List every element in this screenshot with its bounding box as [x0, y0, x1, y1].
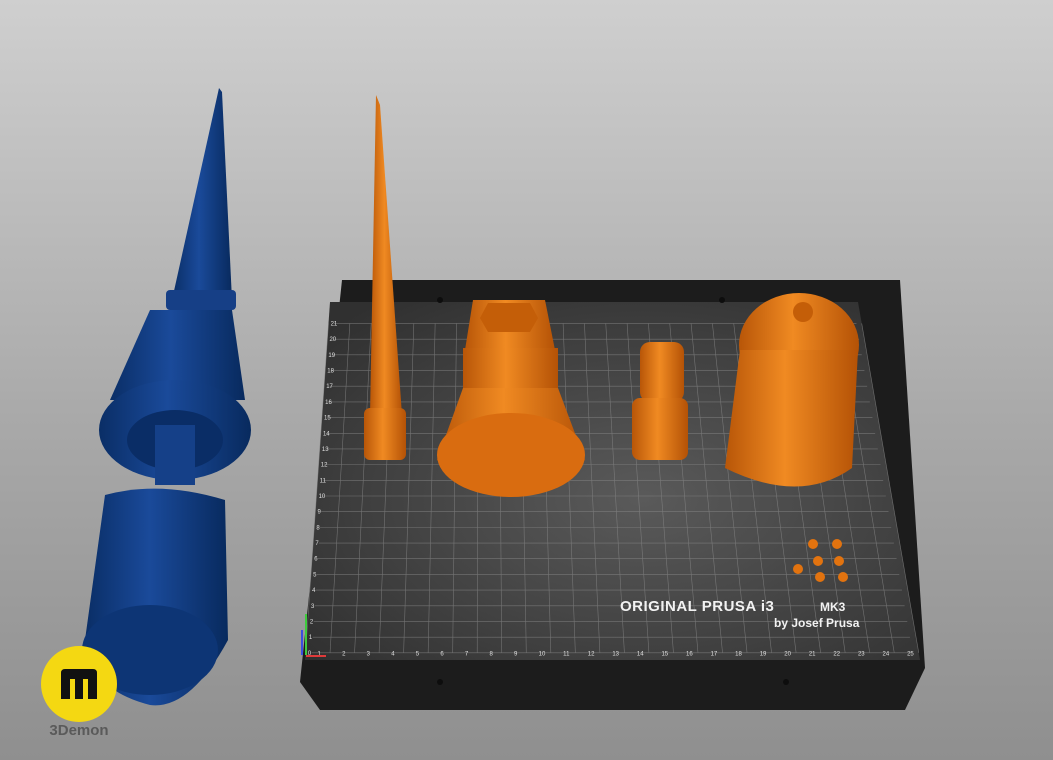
x-tick-label: 23	[858, 651, 865, 657]
y-tick-label: 18	[327, 369, 334, 375]
x-tick-label: 13	[612, 651, 619, 657]
orange-spike-part[interactable]	[364, 95, 406, 460]
x-tick-label: 25	[907, 651, 914, 657]
x-tick-label: 22	[833, 651, 840, 657]
y-tick-label: 15	[324, 416, 331, 422]
x-tick-label: 11	[563, 651, 570, 657]
y-tick-label: 17	[326, 384, 333, 390]
x-tick-label: 10	[539, 651, 546, 657]
logo-wordmark: 3Demon	[49, 722, 109, 739]
x-tick-label: 14	[637, 651, 644, 657]
x-tick-label: 21	[809, 651, 816, 657]
y-tick-label: 21	[331, 321, 338, 327]
orange-small-cylinder-part[interactable]	[632, 342, 688, 460]
x-tick-label: 20	[784, 651, 791, 657]
x-tick-label: 18	[735, 651, 742, 657]
blue-assembled-model[interactable]	[82, 88, 251, 706]
y-tick-label: 14	[323, 431, 330, 437]
y-tick-label: 11	[320, 478, 327, 484]
3d-viewport[interactable]: 1 2 3 4 5 6 7 8 9 10 11 12 13 14 15 16 17 18 19 20 21 22 23 24 2…	[0, 0, 1053, 760]
x-tick-label: 12	[588, 651, 595, 657]
y-tick-label: 19	[328, 353, 335, 359]
x-tick-label: 16	[686, 651, 693, 657]
bed-subtitle: by Josef Prusa	[774, 616, 860, 630]
y-tick-label: 10	[319, 494, 326, 500]
y-tick-label: 12	[321, 463, 328, 469]
x-tick-label: 19	[760, 651, 767, 657]
x-tick-label: 17	[711, 651, 718, 657]
bed-model-label: MK3	[820, 600, 846, 614]
bed-brand-title: ORIGINAL PRUSA i3	[620, 598, 774, 615]
x-tick-label: 24	[883, 651, 890, 657]
x-tick-label: 15	[661, 651, 668, 657]
y-tick-label: 20	[329, 337, 336, 343]
y-tick-label: 13	[322, 447, 329, 453]
logo-m-icon	[41, 646, 117, 722]
y-tick-label: 16	[325, 400, 332, 406]
brand-logo: 3Demon	[40, 646, 118, 746]
